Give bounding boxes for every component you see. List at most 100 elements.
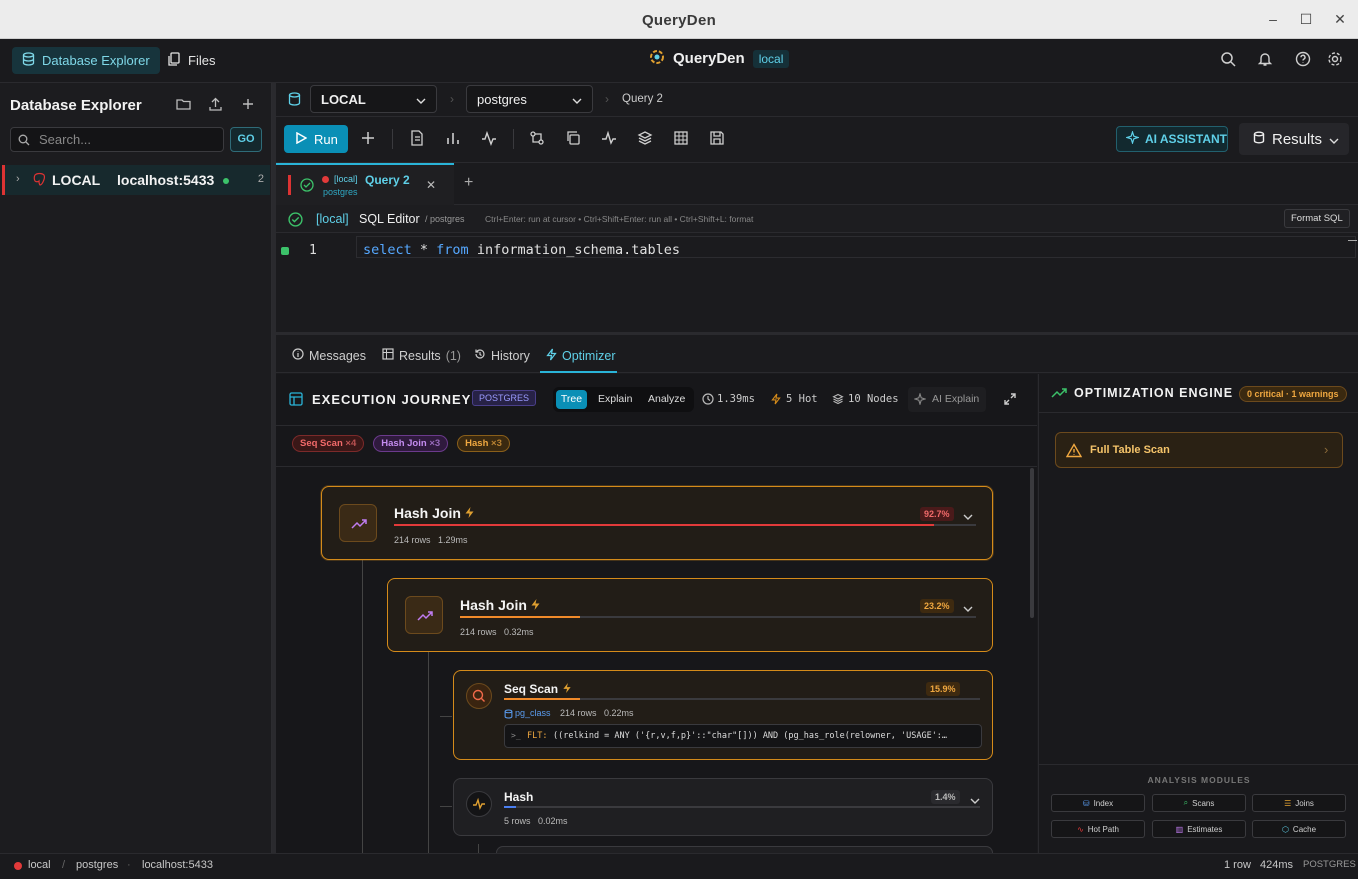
tab-results-label: Results xyxy=(399,348,441,363)
lightning-icon xyxy=(771,393,781,408)
tab-files[interactable]: Files xyxy=(158,47,225,74)
run-label: Run xyxy=(314,131,338,147)
plan-node-hash-join-2[interactable]: Hash Join 214 rows 0.32ms 23.2% xyxy=(387,578,993,652)
chip-hash[interactable]: Hash ×3 xyxy=(457,435,510,452)
node-name: Seq Scan xyxy=(504,682,559,696)
mode-analyze[interactable]: Analyze xyxy=(648,393,685,405)
sparkle-icon xyxy=(913,392,927,408)
journey-title: EXECUTION JOURNEY xyxy=(312,392,472,407)
query-tab[interactable]: [local] Query 2 postgres ✕ xyxy=(276,163,454,205)
chip-hash-join[interactable]: Hash Join ×3 xyxy=(373,435,449,452)
add-tab-icon[interactable]: + xyxy=(464,174,473,192)
sql-editor[interactable]: 1 select * from information_schema.table… xyxy=(276,234,1358,335)
minimize-button[interactable]: – xyxy=(1262,8,1284,30)
module-index[interactable]: ⛁ Index xyxy=(1051,794,1145,812)
window-title: QueryDen xyxy=(641,12,717,29)
breadcrumb-query: Query 2 xyxy=(622,93,663,105)
database-icon xyxy=(1253,131,1265,148)
mode-explain[interactable]: Explain xyxy=(598,393,632,405)
journey-scrollbar[interactable] xyxy=(1030,468,1034,618)
save-icon[interactable] xyxy=(709,130,727,148)
tab-results[interactable]: Results (1) xyxy=(382,348,461,363)
module-cache[interactable]: ⬡ Cache xyxy=(1252,820,1346,838)
folder-open-icon[interactable] xyxy=(176,97,192,113)
chip-seq-scan[interactable]: Seq Scan ×4 xyxy=(292,435,365,452)
layers-icon[interactable] xyxy=(637,130,655,148)
git-compare-icon[interactable] xyxy=(529,130,547,148)
mode-tree[interactable]: Tree xyxy=(556,390,587,409)
gear-icon[interactable] xyxy=(1327,51,1345,69)
close-window-button[interactable]: ✕ xyxy=(1329,8,1351,30)
chevron-right-icon[interactable]: › xyxy=(16,173,20,185)
add-connection-icon[interactable] xyxy=(241,97,257,113)
toolbar-divider xyxy=(392,129,393,149)
node-cost-bar xyxy=(460,616,976,618)
new-query-icon[interactable] xyxy=(360,130,378,148)
journey-header: EXECUTION JOURNEY POSTGRES Tree Explain … xyxy=(276,374,1037,426)
chevron-down-icon[interactable] xyxy=(970,793,980,807)
module-estimates[interactable]: ▥ Estimates xyxy=(1152,820,1246,838)
maximize-button[interactable]: ☐ xyxy=(1295,8,1317,30)
format-sql-button[interactable]: Format SQL xyxy=(1284,209,1350,228)
bar-chart-icon[interactable] xyxy=(445,130,463,148)
filter-expression: ((relkind = ANY ('{r,v,f,p}'::"char"[]))… xyxy=(553,731,948,741)
tab-optimizer[interactable]: Optimizer xyxy=(546,348,615,364)
tab-database-explorer[interactable]: Database Explorer xyxy=(12,47,160,74)
document-icon[interactable] xyxy=(409,130,427,148)
run-button[interactable]: Run xyxy=(284,125,348,153)
plan-node-hash-join-1[interactable]: Hash Join 214 rows 1.29ms 92.7% xyxy=(321,486,993,560)
lightning-icon xyxy=(530,598,541,614)
tab-history[interactable]: History xyxy=(474,348,530,363)
status-bar: local / postgres · localhost:5433 1 row … xyxy=(0,853,1358,879)
sql-text: information_schema.tables xyxy=(468,242,681,258)
module-joins[interactable]: ☰ Joins xyxy=(1252,794,1346,812)
editor-prefix: [local] xyxy=(316,212,349,226)
ai-assistant-button[interactable]: AI ASSISTANT xyxy=(1116,126,1228,152)
node-type-chips: Seq Scan ×4 Hash Join ×3 Hash ×3 xyxy=(292,435,510,452)
play-icon xyxy=(296,131,308,147)
ai-explain-button[interactable]: AI Explain xyxy=(908,387,986,412)
module-hot-path[interactable]: ∿ Hot Path xyxy=(1051,820,1145,838)
table-icon[interactable] xyxy=(673,130,691,148)
go-button[interactable]: GO xyxy=(230,127,262,152)
bell-icon[interactable] xyxy=(1257,51,1275,69)
chevron-down-icon xyxy=(416,92,426,107)
close-tab-icon[interactable]: ✕ xyxy=(426,178,436,192)
connection-item-local[interactable]: › LOCAL localhost:5433 2 xyxy=(2,165,270,195)
editor-header: [local] SQL Editor / postgres Ctrl+Enter… xyxy=(276,205,1358,233)
finding-full-table-scan[interactable]: Full Table Scan › xyxy=(1055,432,1343,468)
status-engine: POSTGRES xyxy=(1303,859,1356,870)
module-scans[interactable]: ⌕ Scans xyxy=(1152,794,1246,812)
upload-icon[interactable] xyxy=(208,97,224,113)
tab-history-label: History xyxy=(491,348,530,363)
plan-node-seq-scan[interactable]: Seq Scan pg_class 214 rows 0.22ms >_ FLT… xyxy=(453,670,993,760)
plan-node-hash[interactable]: Hash 5 rows 0.02ms 1.4% xyxy=(453,778,993,836)
node-rows: 214 rows xyxy=(460,627,497,637)
node-relation[interactable]: pg_class xyxy=(515,708,551,718)
help-icon[interactable] xyxy=(1295,51,1313,69)
connection-count: 2 xyxy=(257,173,264,185)
node-cost-bar xyxy=(504,698,980,700)
pulse-icon[interactable] xyxy=(601,130,619,148)
unsaved-dot xyxy=(322,176,329,183)
connection-select[interactable]: LOCAL xyxy=(310,85,437,113)
expand-icon[interactable] xyxy=(1003,392,1017,409)
tab-messages[interactable]: Messages xyxy=(292,348,366,363)
node-cost-pct: 92.7% xyxy=(920,507,954,521)
breadcrumb-separator: › xyxy=(450,92,454,106)
ai-explain-label: AI Explain xyxy=(932,393,980,405)
chip-hash-join-label: Hash Join xyxy=(381,438,427,449)
results-dropdown-button[interactable]: Results xyxy=(1239,123,1349,155)
chevron-down-icon[interactable] xyxy=(963,601,973,615)
copy-icon[interactable] xyxy=(565,130,583,148)
database-select[interactable]: postgres xyxy=(466,85,593,113)
chevron-down-icon[interactable] xyxy=(963,509,973,523)
status-time: 424ms xyxy=(1260,859,1294,871)
search-input[interactable]: Search... xyxy=(10,127,224,152)
search-icon[interactable] xyxy=(1220,51,1238,69)
trend-up-icon xyxy=(339,504,377,542)
lightning-icon xyxy=(562,682,572,697)
sql-text: * xyxy=(411,242,437,258)
database-icon xyxy=(504,708,513,722)
activity-icon[interactable] xyxy=(481,130,499,148)
